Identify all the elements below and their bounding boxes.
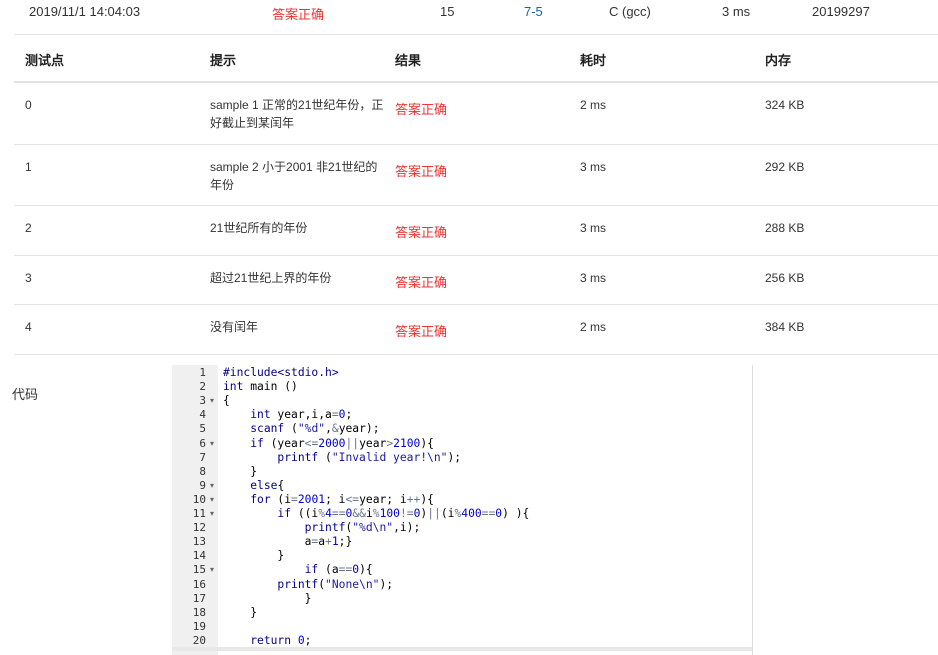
code-line: if ((i%4==0&&i%100!=0)||(i%400==0) ){	[277, 507, 530, 520]
horizontal-scrollbar[interactable]	[172, 647, 752, 651]
code-label: 代码	[12, 387, 39, 402]
line-number: 4	[199, 408, 206, 422]
line-number: 5	[199, 422, 206, 436]
fold-arrow-icon[interactable]: ▾	[210, 396, 214, 405]
cell-result: 答案正确	[395, 102, 448, 117]
cell-result: 答案正确	[395, 225, 448, 240]
code-line: if (a==0){	[304, 563, 373, 577]
fold-arrow-icon[interactable]: ▾	[210, 509, 214, 518]
table-header: 测试点 提示 结果 耗时 内存	[14, 34, 938, 83]
line-number: 1	[199, 366, 206, 379]
submission-time: 2019/11/1 14:04:03	[29, 4, 141, 19]
line-number: 15	[192, 563, 206, 577]
cell-hint: sample 2 小于2001 非21世纪的年份	[210, 160, 378, 192]
header-result: 结果	[395, 53, 422, 68]
submission-score: 15	[440, 4, 455, 19]
cell-time: 3 ms	[580, 221, 607, 235]
table-row: 2 21世纪所有的年份 答案正确 3 ms 288 KB	[14, 206, 938, 256]
code-line: else{	[250, 478, 285, 492]
line-number: 16	[192, 577, 206, 591]
code-line: int main ()	[223, 380, 298, 394]
header-test-point: 测试点	[25, 53, 65, 68]
submission-user: 20199297	[812, 4, 870, 19]
header-time: 耗时	[580, 53, 607, 68]
cell-id: 3	[25, 271, 32, 285]
line-number: 18	[192, 605, 206, 619]
code-line: scanf ("%d",&year);	[250, 422, 380, 436]
cell-id: 0	[25, 98, 32, 112]
submission-status: 答案正确	[272, 7, 325, 22]
line-number: 6	[199, 436, 206, 450]
fold-arrow-icon[interactable]: ▾	[210, 439, 214, 448]
cell-memory: 324 KB	[765, 98, 805, 112]
cell-time: 2 ms	[580, 320, 607, 334]
line-number: 14	[192, 549, 206, 563]
line-number: 19	[192, 619, 206, 633]
test-case-table: 测试点 提示 结果 耗时 内存 0 sample 1 正常的21世纪年份，正好截…	[14, 34, 938, 355]
code-line: }	[223, 464, 258, 478]
code-line: #include<stdio.h>	[223, 366, 339, 379]
fold-arrow-icon[interactable]: ▾	[210, 481, 214, 490]
cell-result: 答案正确	[395, 275, 448, 290]
code-line: }	[223, 605, 258, 619]
table-row: 4 没有闰年 答案正确 2 ms 384 KB	[14, 305, 938, 355]
line-number: 7	[199, 450, 206, 464]
cell-memory: 292 KB	[765, 160, 805, 174]
code-line: if (year<=2000||year>2100){	[250, 436, 434, 450]
cell-id: 2	[25, 221, 32, 235]
code-line: }	[223, 549, 285, 563]
line-number: 17	[192, 591, 206, 605]
header-hint: 提示	[210, 53, 237, 68]
code-line: a=a+1;}	[223, 535, 353, 549]
table-row: 0 sample 1 正常的21世纪年份，正好截止到某闰年 答案正确 2 ms …	[14, 83, 938, 145]
code-line: int year,i,a=0;	[250, 408, 353, 422]
submission-compiler: C (gcc)	[609, 4, 651, 19]
line-number-gutter: 1 2 3 ▾ 4 5 6 ▾ 7 8 9 ▾ 10 ▾ 11 ▾ 12 13 14 15 ▾ 16 17 18 19 20	[172, 365, 218, 655]
cell-id: 4	[25, 320, 32, 334]
cell-result: 答案正确	[395, 324, 448, 339]
line-number: 12	[192, 521, 206, 535]
cell-time: 3 ms	[580, 160, 607, 174]
submission-runtime: 3 ms	[722, 4, 751, 19]
cell-hint: 没有闰年	[210, 320, 259, 334]
line-number: 13	[192, 535, 206, 549]
code-editor[interactable]: 1 2 3 ▾ 4 5 6 ▾ 7 8 9 ▾ 10 ▾ 11 ▾ 12 13 14 15 ▾ 16 17 18 19 20 #i…	[172, 365, 753, 655]
table-row: 3 超过21世纪上界的年份 答案正确 3 ms 256 KB	[14, 256, 938, 305]
cell-memory: 384 KB	[765, 320, 805, 334]
line-number: 9	[199, 478, 206, 492]
cell-hint: 21世纪所有的年份	[210, 221, 308, 235]
cell-result: 答案正确	[395, 164, 448, 179]
problem-link[interactable]: 7-5	[524, 4, 543, 19]
cell-memory: 256 KB	[765, 271, 805, 285]
table-row: 1 sample 2 小于2001 非21世纪的年份 答案正确 3 ms 292…	[14, 145, 938, 206]
header-memory: 内存	[765, 53, 792, 68]
line-number: 11	[192, 507, 206, 520]
code-line: printf ("Invalid year!\n");	[277, 450, 462, 464]
code-line: return 0;	[250, 633, 312, 647]
code-line: printf("%d\n",i);	[304, 521, 421, 535]
code-line: }	[223, 591, 312, 605]
line-number: 3	[199, 394, 206, 408]
line-number: 10	[192, 492, 206, 506]
cell-time: 2 ms	[580, 98, 607, 112]
line-number: 20	[192, 633, 206, 647]
cell-id: 1	[25, 160, 32, 174]
code-line: {	[223, 394, 230, 408]
cell-hint: sample 1 正常的21世纪年份，正好截止到某闰年	[210, 98, 384, 130]
cell-memory: 288 KB	[765, 221, 805, 235]
fold-arrow-icon[interactable]: ▾	[210, 565, 214, 574]
line-number: 2	[199, 380, 206, 394]
cell-hint: 超过21世纪上界的年份	[210, 271, 332, 285]
submission-summary: 2019/11/1 14:04:03 答案正确 15 7-5 C (gcc) 3…	[0, 0, 938, 24]
code-line: for (i=2001; i<=year; i++){	[250, 492, 434, 506]
fold-arrow-icon[interactable]: ▾	[210, 495, 214, 504]
line-number: 8	[199, 464, 206, 478]
code-line: printf("None\n");	[277, 577, 394, 591]
cell-time: 3 ms	[580, 271, 607, 285]
